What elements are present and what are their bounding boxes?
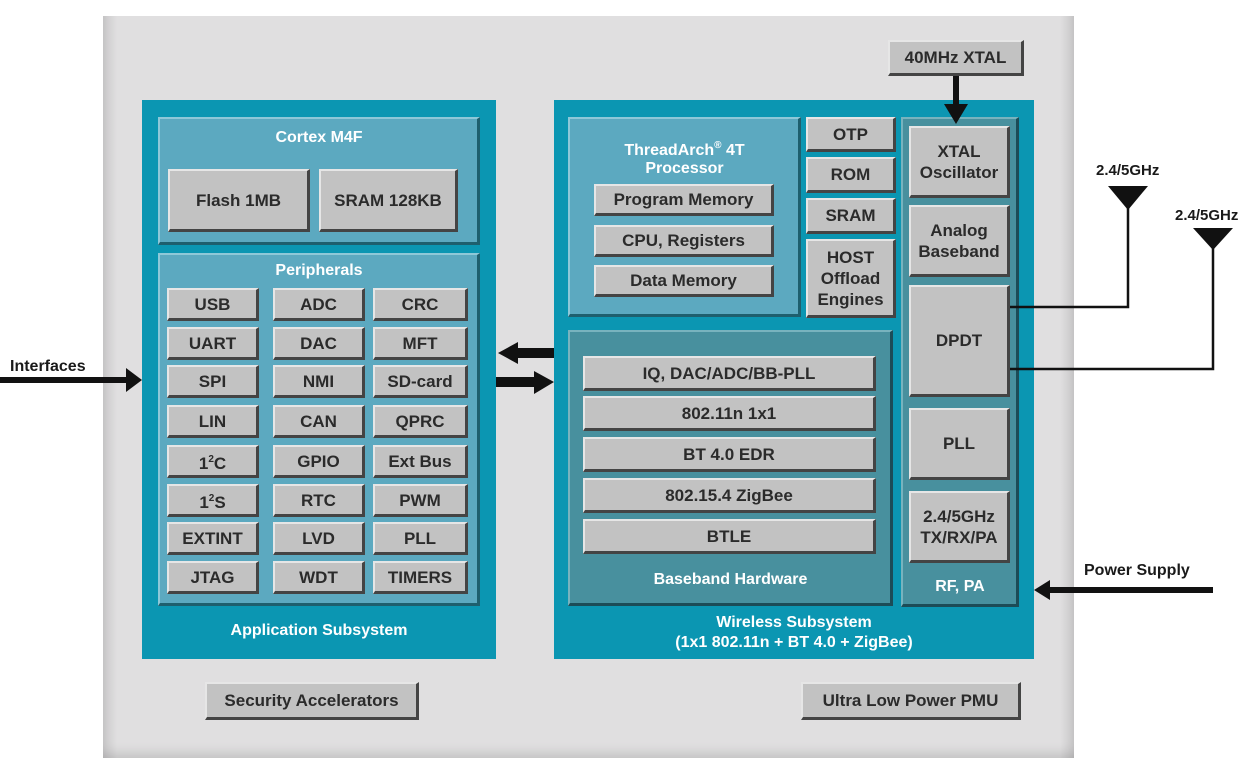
antenna-1-line [1010,186,1148,309]
interfaces-label: Interfaces [10,358,86,375]
power-supply-arrow [1034,580,1213,600]
xtal-arrow [944,76,968,124]
bus-arrow-right [496,371,554,394]
power-supply-label: Power Supply [1084,562,1190,579]
antenna-2-label: 2.4/5GHz [1175,207,1239,224]
antenna-1-label: 2.4/5GHz [1096,162,1160,179]
antenna-2-line [1010,228,1233,371]
connectors [0,76,1233,600]
antenna-2-icon [1193,228,1233,250]
antenna-1-icon [1108,186,1148,210]
bus-arrow-left [498,342,554,364]
